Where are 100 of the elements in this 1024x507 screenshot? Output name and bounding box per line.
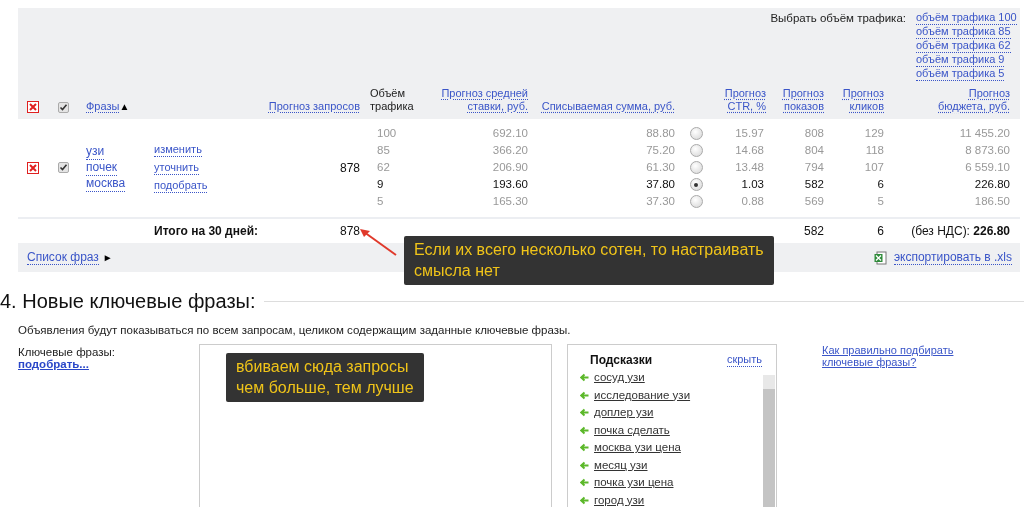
help-link[interactable]: Как правильно подбирать ключевые фразы? [822, 344, 957, 368]
column-header-link[interactable]: Прогноз бюджета, руб. [920, 87, 1010, 113]
traffic-value: 5 [376, 194, 385, 209]
ctr-value: 13.48 [734, 160, 765, 175]
traffic-option-link[interactable]: объём трафика 9 [916, 53, 1005, 67]
pick-link[interactable]: подобрать... [18, 358, 89, 370]
charge-value: 61.30 [645, 160, 676, 175]
hint-link[interactable]: москва узи цена [594, 440, 681, 456]
arrow-left-icon[interactable] [580, 495, 589, 505]
hint-link[interactable]: исследование узи [594, 387, 691, 403]
totals-shows: 582 [802, 224, 825, 238]
hint-link[interactable]: город узи [594, 492, 645, 507]
delete-icon[interactable] [27, 101, 39, 113]
bid-value: 206.90 [491, 160, 529, 175]
sort-indicator[interactable]: ▲ [119, 101, 130, 112]
traffic-radio[interactable] [689, 144, 703, 157]
budget-value: 6 559.10 [964, 160, 1011, 175]
ctr-value: 1.03 [740, 177, 765, 192]
column-header-link[interactable]: Прогноз запросов [268, 100, 360, 113]
column-header-link[interactable]: Прогноз показов [774, 87, 824, 113]
arrow-left-icon[interactable] [580, 478, 589, 488]
bid-value: 193.60 [491, 177, 529, 192]
traffic-value: 9 [376, 177, 385, 192]
column-header: Объём трафика [370, 87, 414, 112]
charge-value: 37.30 [645, 194, 676, 209]
requests-count: 878 [339, 160, 360, 175]
clicks-value: 5 [876, 194, 885, 209]
totals-requests: 878 [338, 224, 361, 238]
spreadsheet-icon [873, 250, 888, 265]
clicks-value: 129 [863, 126, 885, 141]
traffic-option-link[interactable]: объём трафика 85 [916, 25, 1011, 39]
totals-budget: (без НДС): 226.80 [910, 224, 1011, 238]
clicks-value: 107 [863, 160, 885, 175]
checkbox[interactable] [57, 162, 69, 173]
budget-value: 186.50 [973, 194, 1011, 209]
phrase-word-link[interactable]: узи [86, 143, 105, 160]
column-header-link[interactable]: Прогноз кликов [834, 87, 884, 113]
arrow-left-icon[interactable] [580, 425, 589, 435]
hints-title: Подсказки [590, 353, 653, 367]
hint-link[interactable]: сосуд узи [594, 370, 645, 386]
column-header-link[interactable]: Фразы [86, 100, 120, 113]
delete-icon[interactable] [27, 161, 39, 174]
bid-value: 692.10 [491, 126, 529, 141]
column-header-link[interactable]: Списываемая сумма, руб. [541, 100, 675, 113]
shows-value: 569 [803, 194, 825, 209]
ctr-value: 15.97 [734, 126, 765, 141]
column-header-link[interactable]: Прогноз CTR, % [716, 87, 766, 113]
phrase-action-link[interactable]: подобрать [154, 178, 208, 193]
totals-label: Итого на 30 дней: [153, 224, 260, 238]
budget-value: 226.80 [973, 177, 1011, 192]
hide-link[interactable]: скрыть [726, 353, 762, 367]
phrase-action-link[interactable]: изменить [154, 142, 202, 157]
charge-value: 88.80 [645, 126, 676, 141]
shows-value: 794 [803, 160, 825, 175]
traffic-value: 62 [376, 160, 391, 175]
bid-value: 165.30 [491, 194, 529, 209]
traffic-radio[interactable] [689, 127, 703, 140]
hint-link[interactable]: доплер узи [594, 405, 654, 421]
shows-value: 804 [803, 143, 825, 158]
arrow-left-icon[interactable] [580, 443, 589, 453]
traffic-value: 100 [376, 126, 398, 141]
budget-value: 11 455.20 [958, 126, 1011, 141]
shows-value: 582 [803, 177, 825, 192]
arrow-left-icon[interactable] [580, 460, 589, 470]
traffic-option-link[interactable]: объём трафика 62 [916, 39, 1011, 53]
hint-link[interactable]: месяц узи [594, 457, 648, 473]
traffic-option-link[interactable]: объём трафика 100 [916, 11, 1017, 25]
export-link[interactable]: экспортировать в .xls [893, 250, 1012, 265]
arrow-left-icon[interactable] [580, 408, 589, 418]
clicks-value: 118 [864, 143, 885, 158]
traffic-value: 85 [376, 143, 391, 158]
ctr-value: 14.68 [734, 143, 765, 158]
phrase-word-link[interactable]: почек [86, 159, 118, 176]
arrow-left-icon[interactable] [580, 373, 589, 383]
phrase-word-link[interactable]: москва [86, 175, 126, 192]
hint-link[interactable]: почка узи цена [594, 475, 674, 491]
ctr-value: 0.88 [740, 194, 765, 209]
section-title: 4. Новые ключевые фразы: [0, 290, 256, 313]
column-header-link[interactable]: Прогноз средней ставки, руб. [433, 87, 528, 113]
clicks-value: 6 [876, 177, 885, 192]
totals-clicks: 6 [876, 224, 885, 238]
charge-value: 37.80 [645, 177, 676, 192]
annotation-note: вбиваем сюда запросы чем больше, тем лучше [226, 353, 424, 402]
section-description: Объявления будут показываться по всем запросам, целиком содержащим заданные ключевые фразы. [18, 324, 572, 336]
checkbox[interactable] [57, 102, 69, 113]
annotation-note: Если их всего несколько сотен, то настраивать смысла нет [404, 236, 774, 285]
phrase-action-link[interactable]: уточнить [154, 160, 199, 175]
keywords-label: Ключевые фразы: [18, 346, 115, 358]
traffic-radio[interactable] [689, 195, 703, 208]
annotation-arrow [358, 227, 398, 257]
traffic-radio[interactable] [689, 178, 703, 191]
traffic-radio[interactable] [689, 161, 703, 174]
expand-toggle[interactable]: ► [102, 252, 113, 263]
traffic-option-link[interactable]: объём трафика 5 [916, 67, 1005, 81]
shows-value: 808 [803, 126, 825, 141]
hint-link[interactable]: почка сделать [594, 422, 670, 438]
bid-value: 366.20 [491, 143, 529, 158]
arrow-left-icon[interactable] [580, 390, 589, 400]
charge-value: 75.20 [645, 143, 676, 158]
phrase-list-link[interactable]: Список фраз [27, 250, 99, 265]
